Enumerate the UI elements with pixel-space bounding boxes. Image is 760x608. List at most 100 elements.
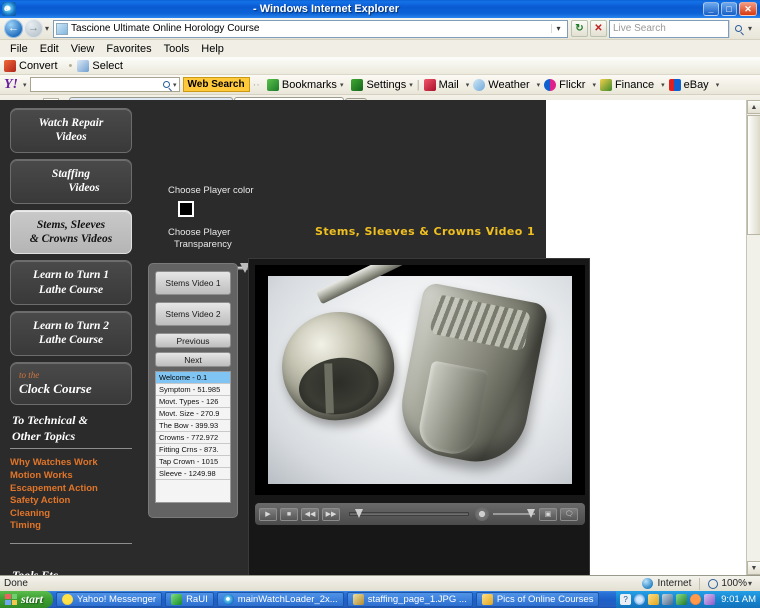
smiley-icon[interactable] [690, 594, 702, 605]
sidebar-item-staffing-videos[interactable]: Staffing Videos [10, 158, 132, 204]
live-search-box[interactable]: Live Search [608, 19, 729, 38]
list-item[interactable]: Tap Crown - 1015 [156, 456, 230, 468]
play-button[interactable]: ▶ [259, 507, 277, 521]
list-item[interactable]: Welcome - 0.1 [156, 372, 230, 384]
taskbar-item-yahoo-messenger[interactable]: Yahoo! Messenger [56, 592, 163, 607]
taskbar-item-pics-of-online-courses[interactable]: Pics of Online Courses [475, 592, 600, 607]
minimize-button[interactable]: _ [703, 2, 719, 16]
volume-slider[interactable] [493, 508, 535, 520]
link-timing[interactable]: Timing [10, 520, 132, 533]
folder-tray-icon[interactable] [648, 594, 660, 605]
nav-line-1: Learn to Turn 1 [33, 269, 109, 282]
sidebar-item-clock-course[interactable]: to the Clock Course [10, 361, 132, 406]
menu-item-favorites[interactable]: Favorites [100, 43, 157, 55]
menu-item-file[interactable]: File [4, 43, 34, 55]
link-safety-action[interactable]: Safety Action [10, 495, 132, 508]
zoom-level[interactable]: 100% [721, 578, 747, 589]
zoom-caret-icon[interactable]: ▾ [748, 579, 752, 588]
video-screen[interactable] [255, 265, 585, 495]
sidebar-item-learn-to-turn-1[interactable]: Learn to Turn 1 Lathe Course [10, 260, 132, 305]
yahoo-flickr-button[interactable]: Flickr [544, 78, 585, 91]
sidebar-item-watch-repair-videos[interactable]: Watch Repair Videos [10, 108, 132, 153]
menu-item-help[interactable]: Help [195, 43, 230, 55]
seek-knob[interactable] [355, 509, 363, 518]
next-button[interactable]: Next [155, 352, 231, 367]
antivirus-icon[interactable] [676, 594, 688, 605]
list-item[interactable]: Movt. Types - 126 [156, 396, 230, 408]
scrollbar-thumb[interactable] [747, 115, 760, 235]
list-item[interactable]: Fitting Crns - 873. [156, 444, 230, 456]
toolbar-separator: • [68, 59, 73, 72]
sidebar-item-learn-to-turn-2[interactable]: Learn to Turn 2 Lathe Course [10, 311, 132, 356]
list-item[interactable]: Movt. Size - 270.9 [156, 408, 230, 420]
list-item[interactable]: Sleeve - 1249.98 [156, 468, 230, 480]
stop-button[interactable]: ■ [280, 507, 298, 521]
vertical-scrollbar[interactable]: ▲ ▼ [746, 100, 760, 575]
nav-line-1: Watch Repair [38, 117, 104, 129]
yahoo-mail-button[interactable]: Mail [423, 78, 459, 91]
volume-knob[interactable] [527, 509, 535, 518]
taskbar-item-raui[interactable]: RaUI [165, 592, 214, 607]
messenger-icon[interactable] [634, 594, 646, 605]
search-input[interactable]: Live Search [613, 23, 725, 34]
forward-button[interactable]: → [24, 19, 43, 38]
select-button[interactable]: Select [77, 59, 123, 72]
toolbar-separator: ·· [252, 78, 260, 91]
search-button[interactable] [728, 19, 747, 38]
yahoo-search-input[interactable]: ▾ [29, 77, 180, 92]
yahoo-finance-button[interactable]: Finance [599, 78, 654, 91]
menu-item-view[interactable]: View [65, 43, 101, 55]
yahoo-settings-button[interactable]: Settings ▾ [351, 78, 413, 91]
link-escapement-action[interactable]: Escapement Action [10, 483, 132, 496]
yahoo-bookmarks-button[interactable]: Bookmarks ▾ [266, 78, 343, 91]
taskbar-item-label: Pics of Online Courses [496, 594, 594, 605]
yahoo-logo-icon[interactable]: Y! [4, 77, 18, 93]
address-input[interactable]: Tascione Ultimate Online Horology Course [71, 23, 551, 34]
speaker-icon[interactable] [475, 507, 489, 521]
chapter-list[interactable]: Welcome - 0.1 Symptom - 51.985 Movt. Typ… [155, 371, 231, 503]
maximize-button[interactable]: □ [721, 2, 737, 16]
scroll-up-button[interactable]: ▲ [747, 100, 760, 114]
address-bar[interactable]: Tascione Ultimate Online Horology Course… [53, 19, 568, 38]
menu-item-edit[interactable]: Edit [34, 43, 65, 55]
menu-item-tools[interactable]: Tools [158, 43, 196, 55]
display-icon[interactable] [704, 594, 716, 605]
taskbar-clock[interactable]: 9:01 AM [721, 594, 756, 605]
list-item[interactable]: Crowns - 772.972 [156, 432, 230, 444]
close-button[interactable]: ✕ [739, 2, 757, 16]
scroll-down-button[interactable]: ▼ [747, 561, 760, 575]
stop-button[interactable]: ✕ [589, 20, 607, 37]
convert-button[interactable]: Convert [4, 59, 58, 72]
help-icon[interactable]: ? [620, 594, 632, 605]
fullscreen-icon[interactable]: ▣ [539, 507, 557, 521]
yahoo-menu-caret-icon[interactable]: ▾ [23, 81, 27, 89]
list-item[interactable]: Symptom - 51.985 [156, 384, 230, 396]
seek-bar[interactable] [349, 508, 469, 520]
taskbar-item-staffing-page[interactable]: staffing_page_1.JPG ... [346, 592, 473, 607]
yahoo-weather-button[interactable]: Weather [473, 78, 530, 91]
player-color-swatch[interactable] [178, 200, 194, 217]
stems-video-2-button[interactable]: Stems Video 2 [155, 302, 231, 326]
chevron-down-icon[interactable]: ▾ [173, 81, 177, 89]
nav-line-1: Learn to Turn 2 [33, 320, 109, 332]
link-motion-works[interactable]: Motion Works [10, 470, 132, 483]
history-dropdown-icon[interactable]: ▾ [45, 24, 49, 33]
taskbar-item-mainwatchloader[interactable]: mainWatchLoader_2x... [216, 592, 344, 607]
refresh-button[interactable]: ↻ [570, 20, 588, 37]
back-button[interactable]: ← [4, 19, 23, 38]
sidebar-item-stems-sleeves-crowns-videos[interactable]: Stems, Sleeves & Crowns Videos [10, 209, 132, 255]
yahoo-ebay-button[interactable]: eBay [668, 78, 709, 91]
search-options-icon[interactable]: ▾ [748, 24, 752, 33]
previous-button[interactable]: Previous [155, 333, 231, 348]
captions-icon[interactable]: 🗨 [560, 507, 578, 521]
stems-video-1-button[interactable]: Stems Video 1 [155, 271, 231, 295]
web-search-button[interactable]: Web Search [182, 77, 250, 92]
next-frame-button[interactable]: ▶▶ [322, 507, 340, 521]
link-why-watches-work[interactable]: Why Watches Work [10, 457, 132, 470]
link-cleaning[interactable]: Cleaning [10, 508, 132, 521]
chevron-down-icon[interactable]: ▾ [550, 24, 565, 33]
previous-frame-button[interactable]: ◀◀ [301, 507, 319, 521]
list-item[interactable]: The Bow - 399.93 [156, 420, 230, 432]
network-icon[interactable] [662, 594, 674, 605]
start-button[interactable]: start [0, 591, 54, 608]
